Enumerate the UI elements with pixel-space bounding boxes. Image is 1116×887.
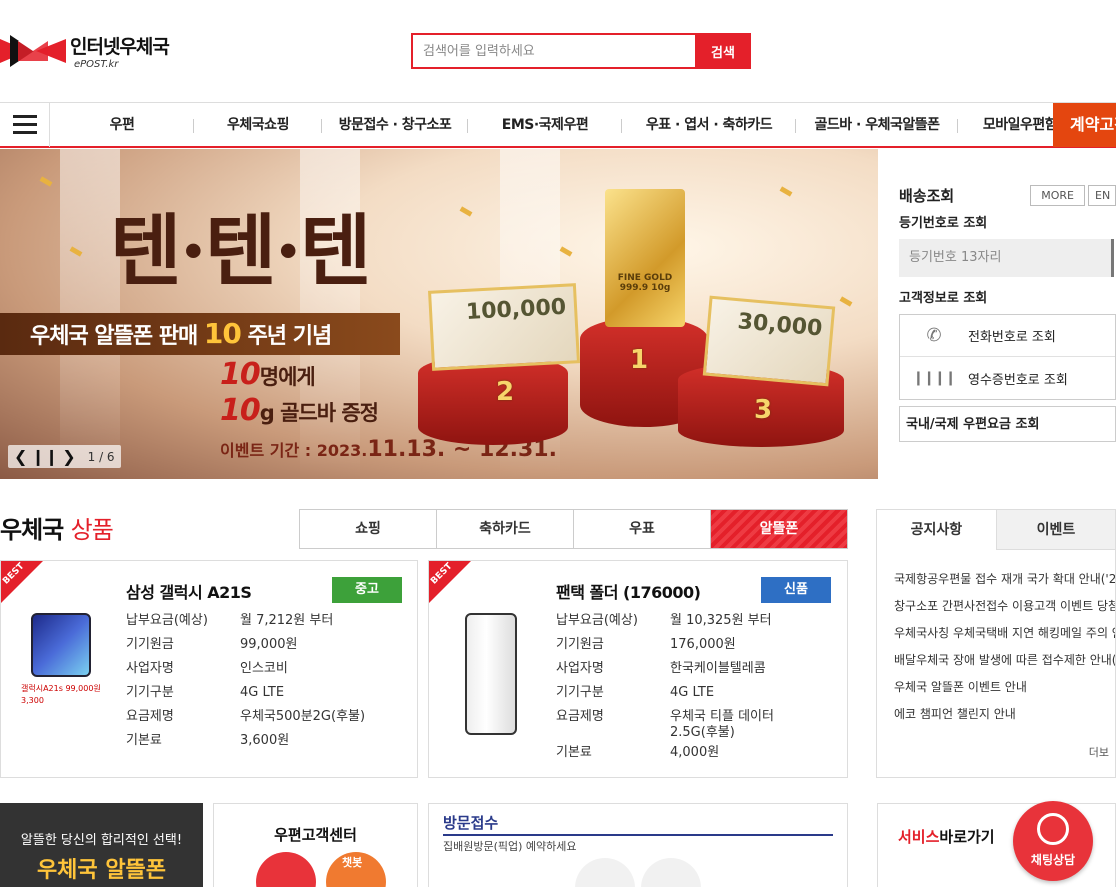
confetti [779,186,793,197]
headset-icon [1037,813,1069,845]
prev-slide-icon[interactable]: ❮ [14,447,27,466]
chatbot-label: 챗봇 [342,856,363,869]
receipt-lookup-button[interactable]: ❙❙❙❙ 영수증번호로 조회 [900,357,1115,399]
visit-pickup-subtitle: 집배원방문(픽업) 예약하세요 [443,840,577,853]
main-banner[interactable]: 텐·텐·텐 우체국 알뜰폰 판매 10 주년 기념 10명에게 10g 골드바 … [0,149,878,479]
site-logo[interactable]: 인터넷우체국 ePOST.kr [0,32,170,70]
visit-pickup-title: 방문접수 [443,814,499,832]
tab-events[interactable]: 이벤트 [995,510,1115,550]
notice-item[interactable]: 에코 챔피언 챌린지 안내 [894,705,1115,732]
tracking-by-number-label: 등기번호로 조회 [899,216,988,231]
search-input[interactable] [411,33,695,69]
tab-greeting-card[interactable]: 축하카드 [437,510,574,548]
visit-pickup-box[interactable]: 방문접수 집배원방문(픽업) 예약하세요 [428,803,848,887]
confetti [459,206,473,217]
nav-item-goldbar[interactable]: 골드바 · 우체국알뜰폰 [796,103,958,147]
tracking-en-button[interactable]: EN [1088,185,1116,206]
logo-subtitle: ePOST.kr [74,59,119,70]
product-card[interactable]: BEST 갤럭시A21s 99,000원 3,300 삼성 갤럭시 A21S 중… [0,560,418,778]
product-card[interactable]: BEST 팬택 폴더 (176000) 신품 납부요금(예상) 월 10,325원… [428,560,848,778]
nav-contract-customer[interactable]: 계약고객 [1053,103,1116,147]
nav-item-stamps[interactable]: 우표 · 엽서 · 축하카드 [622,103,796,147]
search-button[interactable]: 검색 [695,33,751,69]
nav-item-visit[interactable]: 방문접수 · 창구소포 [322,103,468,147]
nav-item-mail[interactable]: 우편 [50,103,194,147]
airplane-icon [641,858,701,887]
alddle-title: 우체국 알뜰폰 [36,858,167,883]
barcode-icon: ❙❙❙❙ [912,370,957,386]
logo-emblem-icon [0,33,66,69]
gold-bar: FINE GOLD 999.9 10g [605,189,685,327]
menu-icon[interactable] [0,102,50,147]
second-place-badge: 2 [496,377,515,407]
search-bar: 검색 [411,33,751,69]
product-name: 팬택 폴더 (176000) [556,583,701,602]
banner-title: 텐·텐·텐 [110,206,372,297]
chat-consult-button[interactable]: 채팅상담 [1013,801,1093,881]
product-badge: 중고 [332,577,402,603]
customer-center-title: 우편고객센터 [274,826,357,844]
products-section-title: 우체국 상품 [0,516,114,544]
logo-title: 인터넷우체국 [70,36,170,58]
notice-more-link[interactable]: 더보 [1089,744,1109,760]
customer-center-box: 우편고객센터 챗봇 [213,803,418,887]
chat-bubble-icon[interactable] [256,852,316,887]
notice-item[interactable]: 우체국 알뜰폰 이벤트 안내 [894,678,1115,705]
tracking-by-customer-label: 고객정보로 조회 [899,291,988,306]
product-image [31,613,91,677]
banner-winners: 10명에게 [220,357,316,392]
tracking-more-button[interactable]: MORE [1030,185,1085,206]
confetti [839,296,853,307]
banner-prize: 10g 골드바 증정 [220,393,379,428]
alddle-phone-banner[interactable]: 알뜰한 당신의 합리적인 선택! 우체국 알뜰폰 [0,803,203,887]
notice-item[interactable]: 창구소포 간편사전접수 이용고객 이벤트 당첨.. [894,597,1115,624]
product-tabs: 쇼핑 축하카드 우표 알뜰폰 [299,509,848,549]
next-slide-icon[interactable]: ❯ [62,447,75,466]
voucher-100000: 100,000 [428,283,580,371]
voucher-30000: 30,000 [702,295,836,387]
service-shortcut-title: 서비스바로가기 [898,828,995,846]
product-name: 삼성 갤럭시 A21S [126,583,252,602]
tab-notice[interactable]: 공지사항 [877,510,996,550]
notice-item[interactable]: 국제항공우편물 접수 재개 국가 확대 안내('23 [894,570,1115,597]
product-specs: 납부요금(예상) 월 10,325원 부터 기기원금 176,000원 사업자명 한국… [556,613,774,760]
notice-panel: 공지사항 이벤트 국제항공우편물 접수 재개 국가 확대 안내('23 창구소포… [876,509,1116,778]
banner-ribbon: 우체국 알뜰폰 판매 10 주년 기념 [0,313,400,355]
product-specs: 납부요금(예상) 월 7,212원 부터 기기원금 99,000원 사업자명 인스코비… [126,613,366,748]
tracking-title: 배송조회 [899,187,955,205]
phone-lookup-button[interactable]: ✆ 전화번호로 조회 [900,315,1115,357]
main-nav: 우편 우체국쇼핑 방문접수 · 창구소포 EMS·국제우편 우표 · 엽서 · … [0,102,1116,148]
phone-icon: ✆ [926,325,942,346]
first-place-badge: 1 [630,345,649,375]
third-place-badge: 3 [754,395,773,425]
postage-rate-button[interactable]: 국내/국제 우편요금 조회 [899,406,1116,442]
alddle-subtitle: 알뜰한 당신의 합리적인 선택! [20,833,183,848]
slide-counter: 1 / 6 [87,449,115,464]
product-image-caption: 갤럭시A21s 99,000원 3,300 [21,684,101,705]
tracking-panel: 배송조회 MORE EN 등기번호로 조회 등기번호 13자리 고객정보로 조회… [899,185,1116,442]
confetti [559,246,573,257]
product-image [465,613,517,735]
nav-item-shopping[interactable]: 우체국쇼핑 [194,103,322,147]
notice-item[interactable]: 배달우체국 장애 발생에 따른 접수제한 안내(.. [894,651,1115,678]
pause-icon[interactable]: ❙❙ [31,447,58,466]
tab-mobile[interactable]: 알뜰폰 [711,510,847,548]
notice-item[interactable]: 우체국사칭 우체국택배 지연 해킹메일 주의 안.. [894,624,1115,651]
product-badge: 신품 [761,577,831,603]
slide-controls: ❮ ❙❙ ❯ 1 / 6 [8,445,121,468]
confetti [39,176,53,187]
tab-shopping[interactable]: 쇼핑 [300,510,437,548]
tracking-number-input[interactable]: 등기번호 13자리 [899,239,1114,277]
nav-item-ems[interactable]: EMS·국제우편 [468,103,622,147]
tab-stamps[interactable]: 우표 [574,510,711,548]
house-icon [575,858,635,887]
